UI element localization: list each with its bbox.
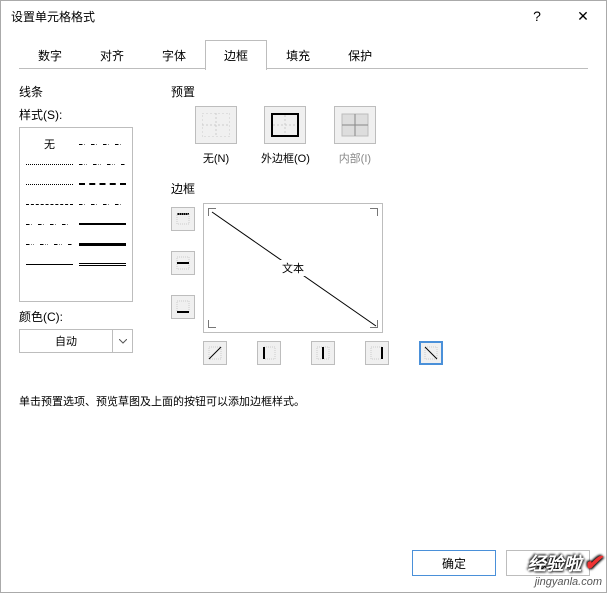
- dialog-buttons: 确定 取消: [412, 550, 590, 576]
- ok-button[interactable]: 确定: [412, 550, 496, 576]
- preset-row: 无(N) 外边框(O): [195, 106, 588, 166]
- tab-font[interactable]: 字体: [143, 40, 205, 70]
- hint-text: 单击预置选项、预览草图及上面的按钮可以添加边框样式。: [19, 393, 606, 409]
- tab-border[interactable]: 边框: [205, 40, 267, 70]
- preset-inside-icon: [341, 113, 369, 137]
- line-style-item[interactable]: [26, 234, 73, 254]
- line-panel: 线条 样式(S): 无 颜色(C): 自: [19, 83, 159, 365]
- border-section-title: 边框: [171, 180, 588, 197]
- border-diag-down-button[interactable]: [419, 341, 443, 365]
- color-dropdown[interactable]: 自动: [19, 329, 133, 353]
- preset-inside: 内部(I): [334, 106, 376, 166]
- border-middle-v-button[interactable]: [311, 341, 335, 365]
- format-cells-dialog: 设置单元格格式 ? ✕ 数字 对齐 字体 边框 填充 保护 线条 样式(S): …: [0, 0, 607, 593]
- line-style-item[interactable]: [26, 154, 73, 174]
- border-left-button[interactable]: [257, 341, 281, 365]
- tab-alignment[interactable]: 对齐: [81, 40, 143, 70]
- line-style-item[interactable]: [26, 194, 73, 214]
- tab-fill[interactable]: 填充: [267, 40, 329, 70]
- line-style-item[interactable]: [79, 154, 126, 174]
- preset-outline: 外边框(O): [261, 106, 310, 166]
- preview-sample-text: 文本: [280, 260, 306, 276]
- line-style-none[interactable]: 无: [26, 134, 73, 154]
- preset-inside-label: 内部(I): [339, 150, 371, 166]
- preset-outline-label: 外边框(O): [261, 150, 310, 166]
- line-style-item[interactable]: [79, 134, 126, 154]
- preset-outline-icon: [271, 113, 299, 137]
- line-style-item[interactable]: [26, 254, 73, 274]
- line-style-item[interactable]: [26, 214, 73, 234]
- cancel-button[interactable]: 取消: [506, 550, 590, 576]
- preset-section-title: 预置: [171, 83, 588, 100]
- content-area: 线条 样式(S): 无 颜色(C): 自: [1, 69, 606, 365]
- border-area: 文本: [171, 203, 588, 365]
- help-button[interactable]: ?: [514, 1, 560, 31]
- preset-inside-button[interactable]: [334, 106, 376, 144]
- border-top-button[interactable]: [171, 207, 195, 231]
- watermark-url: jingyanla.com: [528, 576, 602, 588]
- preset-outline-button[interactable]: [264, 106, 306, 144]
- preset-none-label: 无(N): [203, 150, 229, 166]
- preset-none-button[interactable]: [195, 106, 237, 144]
- line-style-item[interactable]: [26, 174, 73, 194]
- border-middle-h-button[interactable]: [171, 251, 195, 275]
- window-title: 设置单元格格式: [11, 8, 514, 25]
- border-right-button[interactable]: [365, 341, 389, 365]
- tab-protection[interactable]: 保护: [329, 40, 391, 70]
- border-preview[interactable]: 文本: [203, 203, 383, 333]
- close-button[interactable]: ✕: [560, 1, 606, 31]
- preset-none: 无(N): [195, 106, 237, 166]
- border-edge-buttons-left: [171, 207, 195, 365]
- border-edge-buttons-bottom: [203, 341, 443, 365]
- color-row: 颜色(C): 自动: [19, 308, 159, 353]
- line-style-item[interactable]: [79, 214, 126, 234]
- line-style-item[interactable]: [79, 194, 126, 214]
- tab-strip: 数字 对齐 字体 边框 填充 保护: [1, 31, 606, 69]
- tab-number[interactable]: 数字: [19, 40, 81, 70]
- preset-border-panel: 预置 无(N): [159, 83, 588, 365]
- preset-none-icon: [202, 113, 230, 137]
- preview-column: 文本: [203, 203, 443, 365]
- line-style-item[interactable]: [79, 234, 126, 254]
- chevron-down-icon: [112, 330, 132, 352]
- color-value: 自动: [20, 333, 112, 349]
- border-diag-up-button[interactable]: [203, 341, 227, 365]
- line-style-item[interactable]: [79, 174, 126, 194]
- line-style-list[interactable]: 无: [19, 127, 133, 302]
- color-label: 颜色(C):: [19, 308, 159, 325]
- titlebar: 设置单元格格式 ? ✕: [1, 1, 606, 31]
- border-bottom-button[interactable]: [171, 295, 195, 319]
- line-section-title: 线条: [19, 83, 159, 100]
- line-style-item[interactable]: [79, 254, 126, 274]
- style-label: 样式(S):: [19, 106, 159, 123]
